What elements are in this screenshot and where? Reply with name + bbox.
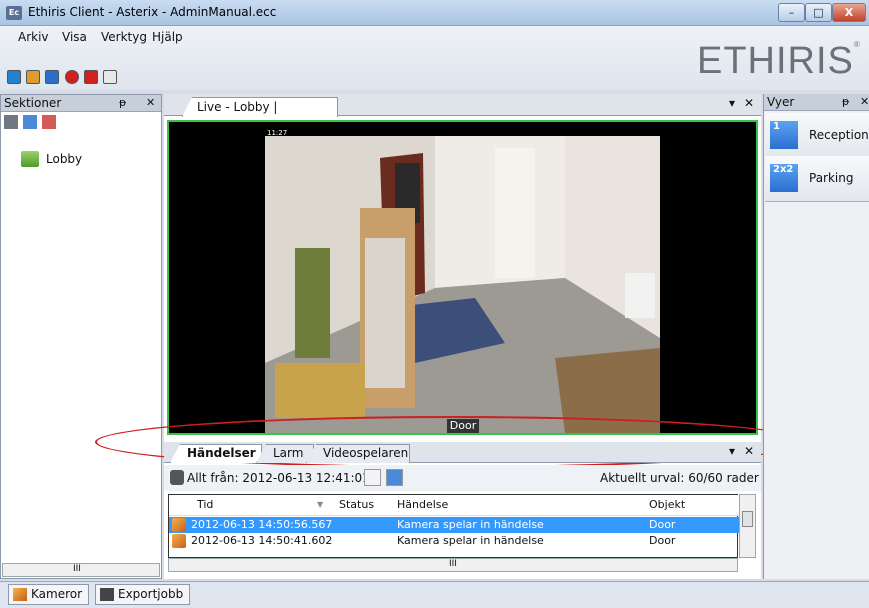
sort-icon: ▼ — [317, 500, 324, 509]
tab-exportjobb[interactable]: Exportjobb — [95, 584, 191, 605]
row-event: Kamera spelar in händelse — [397, 534, 544, 547]
single-view-icon: 1 — [770, 121, 798, 149]
tab-label: Exportjobb — [118, 587, 184, 601]
events-dropdown-icon[interactable]: ▾ — [729, 444, 735, 458]
tab-dropdown-icon[interactable]: ▾ — [729, 96, 735, 110]
view-label: Reception — [809, 128, 869, 142]
maximize-button[interactable]: □ — [805, 3, 832, 22]
table-row[interactable]: 2012-06-13 14:50:41.602 Kamera spelar in… — [169, 533, 739, 549]
menu-hjalp[interactable]: Hjälp — [152, 30, 183, 44]
events-close-icon[interactable]: ✕ — [744, 444, 754, 458]
view-reception[interactable]: 1 Reception — [765, 113, 869, 159]
row-object: Door — [649, 518, 676, 531]
menu-arkiv[interactable]: Arkiv — [18, 30, 49, 44]
close-panel-icon[interactable]: ✕ — [146, 95, 155, 111]
tab-live-lobby[interactable]: Live - Lobby | Reception — [182, 97, 338, 117]
refresh-icon[interactable] — [386, 469, 403, 486]
views-header: Vyer ᵽ ✕ — [764, 94, 869, 111]
tab-label: Kameror — [31, 587, 83, 601]
column-objekt[interactable]: Objekt — [649, 495, 685, 515]
export-icon[interactable] — [26, 70, 40, 84]
row-time: 2012-06-13 14:50:56.567 — [191, 518, 333, 531]
scroll-thumb[interactable] — [742, 511, 753, 527]
row-event: Kamera spelar in händelse — [397, 518, 544, 531]
tree-view-icon[interactable] — [4, 115, 18, 129]
scroll-grip: III — [73, 564, 81, 574]
tab-handelser[interactable]: Händelser — [170, 444, 262, 463]
export-list-icon[interactable] — [364, 469, 381, 486]
camera-feed: 11:27 — [265, 128, 660, 433]
sections-header: Sektioner ᵽ ✕ — [1, 95, 161, 112]
selection-count: Aktuellt urval: 60/60 rader — [600, 471, 759, 485]
filter-text: Allt från: 2012-06-13 12:41:01 — [187, 471, 370, 485]
power-icon[interactable] — [84, 70, 98, 84]
close-panel-icon[interactable]: ✕ — [860, 94, 869, 110]
column-handelse[interactable]: Händelse — [397, 495, 448, 515]
tab-larm[interactable]: Larm — [256, 444, 314, 463]
recording-icon — [172, 518, 186, 532]
events-vscrollbar[interactable] — [739, 494, 756, 558]
tab-kameror[interactable]: Kameror — [8, 584, 90, 605]
sections-scrollbar[interactable]: III — [2, 563, 160, 577]
row-time: 2012-06-13 14:50:41.602 — [191, 534, 333, 547]
login-icon[interactable] — [103, 70, 117, 84]
events-hscrollbar[interactable]: III — [168, 558, 738, 572]
view-parking[interactable]: 2x2 Parking — [765, 156, 869, 202]
filter-icon[interactable] — [170, 470, 184, 485]
table-row[interactable]: 2012-06-13 14:50:56.567 Kamera spelar in… — [169, 517, 739, 533]
export-job-icon — [100, 588, 114, 601]
tree-item-lobby[interactable]: Lobby — [46, 152, 82, 166]
list-view-icon[interactable] — [23, 115, 37, 129]
ethiris-logo: ETHIRIS® — [697, 40, 861, 82]
video-timestamp: 11:27 — [267, 129, 287, 137]
column-status[interactable]: Status — [339, 495, 374, 515]
minimize-button[interactable]: – — [778, 3, 805, 22]
scroll-grip: III — [449, 559, 457, 569]
menu-verktyg[interactable]: Verktyg — [101, 30, 147, 44]
events-table: Tid ▼ Status Händelse Objekt 2012-06-13 … — [168, 494, 739, 558]
sections-panel: Sektioner ᵽ ✕ Lobby — [0, 94, 162, 579]
events-toolbar: Allt från: 2012-06-13 12:41:01 Aktuellt … — [164, 465, 761, 491]
close-button[interactable]: X — [832, 3, 866, 22]
view-label: Parking — [809, 171, 854, 185]
record-icon[interactable] — [65, 70, 79, 84]
window-title: Ethiris Client - Asterix - AdminManual.e… — [28, 5, 277, 19]
pin-icon[interactable]: ᵽ — [842, 94, 849, 110]
camera-icon — [13, 588, 27, 601]
views-title: Vyer — [767, 95, 795, 109]
detail-view-icon[interactable] — [42, 115, 56, 129]
sections-title: Sektioner — [4, 96, 62, 110]
sync-icon[interactable] — [45, 70, 59, 84]
recording-icon — [172, 534, 186, 548]
settings-icon[interactable] — [7, 70, 21, 84]
section-icon — [21, 151, 39, 167]
app-icon: Ec — [6, 6, 22, 20]
row-object: Door — [649, 534, 676, 547]
tab-videospelaren[interactable]: Videospelaren — [306, 444, 410, 463]
column-tid[interactable]: Tid — [197, 495, 213, 515]
close-tab-icon[interactable]: ✕ — [744, 96, 754, 110]
quad-view-icon: 2x2 — [770, 164, 798, 192]
menu-visa[interactable]: Visa — [62, 30, 87, 44]
pin-icon[interactable]: ᵽ — [119, 95, 126, 111]
